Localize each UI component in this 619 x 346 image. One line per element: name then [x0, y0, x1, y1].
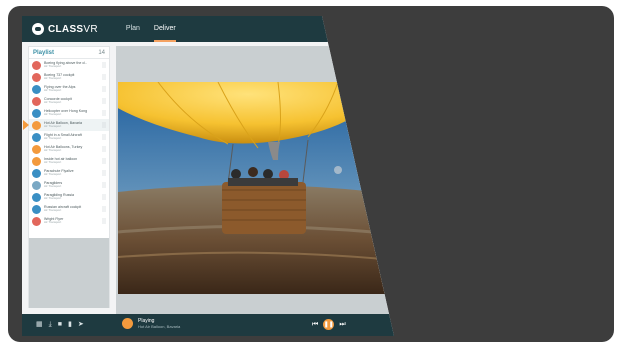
drag-handle-icon[interactable]	[102, 194, 106, 200]
thumbnail-icon	[32, 144, 41, 154]
brand-name: CLASS	[48, 23, 84, 35]
playlist-item[interactable]: Russian aircraft cockpit Air Transport	[29, 203, 109, 215]
panorama-viewer[interactable]	[118, 82, 394, 294]
drag-handle-icon[interactable]	[102, 182, 106, 188]
playlist-item[interactable]: Paragliders Air Transport	[29, 179, 109, 191]
playlist-item-category: Air Transport	[44, 112, 62, 117]
tab-plan[interactable]: Plan	[126, 16, 140, 42]
next-icon[interactable]: ⏭	[339, 321, 345, 329]
thumbnail-icon	[32, 72, 41, 82]
playlist-item-category: Air Transport	[44, 64, 62, 69]
playlist-item[interactable]: Hot Air Balloon, Bavaria Air Transport	[23, 119, 109, 131]
drag-handle-icon[interactable]	[102, 146, 106, 152]
playlist-item-category: Air Transport	[44, 160, 62, 165]
sidebar-controls: ▦ ⤓ ■ ▮ ➤	[36, 321, 84, 329]
thumbnail-icon	[32, 216, 41, 226]
classvr-app-window: CLASSVR Plan Deliver Playlist 14 Boeing …	[22, 16, 394, 336]
thumbnail-icon	[32, 156, 41, 166]
playlist-item-category: Air Transport	[44, 136, 62, 141]
playlist-empty-area	[29, 238, 109, 308]
playlist-item-category: Air Transport	[44, 196, 62, 201]
drag-handle-icon[interactable]	[102, 62, 106, 68]
tab-deliver[interactable]: Deliver	[153, 16, 176, 42]
playlist-item[interactable]: Helicopter over Hong Kong Air Transport	[29, 107, 109, 119]
playlist-item[interactable]: Parachute Flyalive Air Transport	[29, 167, 109, 179]
playlist-item[interactable]: Flying over the Alps Air Transport	[29, 83, 109, 95]
grid-icon[interactable]: ▦	[36, 321, 43, 329]
playlist-item[interactable]: Hot Air Balloons, Turkey Air Transport	[29, 143, 109, 155]
drag-handle-icon[interactable]	[102, 158, 106, 164]
drag-handle-icon[interactable]	[102, 86, 106, 92]
now-playing-title: Hot Air Balloon, Bavaria	[138, 324, 181, 329]
drag-handle-icon[interactable]	[102, 74, 106, 80]
thumbnail-icon	[32, 204, 41, 214]
playlist-item[interactable]: Boeing 737 cockpit Air Transport	[29, 71, 109, 83]
classvr-logo: CLASSVR	[32, 23, 98, 35]
playlist-list: Boeing flying above the cl.. Air Transpor…	[23, 59, 109, 227]
top-navigation-bar: CLASSVR Plan Deliver	[22, 16, 394, 42]
playlist-title: Playlist	[33, 49, 55, 56]
drag-handle-icon[interactable]	[102, 218, 106, 224]
playlist-item-category: Air Transport	[44, 124, 62, 129]
screenshot-card: CLASSVR Plan Deliver Playlist 14 Boeing …	[8, 6, 614, 342]
drag-handle-icon[interactable]	[102, 98, 106, 104]
hot-air-balloon-panorama	[118, 82, 394, 294]
previous-icon[interactable]: ⏮	[312, 321, 318, 329]
playlist-item-category: Air Transport	[44, 88, 62, 93]
trash-icon[interactable]: ▮	[68, 321, 72, 329]
playlist-header: Playlist 14	[29, 47, 109, 59]
main-tabs: Plan Deliver	[126, 16, 176, 42]
playlist-item[interactable]: Paragliding Russia Air Transport	[29, 191, 109, 203]
vr-headset-icon	[32, 23, 44, 35]
pause-icon[interactable]: ❚❚	[323, 319, 335, 330]
drag-handle-icon[interactable]	[102, 206, 106, 212]
playlist-item[interactable]: Concorde cockpit Air Transport	[29, 95, 109, 107]
thumbnail-icon	[32, 132, 41, 142]
playlist-item-category: Air Transport	[44, 184, 62, 189]
drag-handle-icon[interactable]	[102, 122, 106, 128]
download-icon[interactable]: ⤓	[49, 321, 52, 329]
drag-handle-icon[interactable]	[102, 110, 106, 116]
bottom-control-bar: ▦ ⤓ ■ ▮ ➤ Playing Hot Air Balloon, Bavar…	[22, 314, 394, 336]
thumbnail-icon	[32, 108, 41, 118]
playlist-item[interactable]: Boeing flying above the cl.. Air Transpor…	[29, 59, 109, 71]
transport-controls: ⏮ ❚❚ ⏭	[312, 319, 346, 330]
playlist-item-category: Air Transport	[44, 208, 62, 213]
playlist-item-category: Air Transport	[44, 220, 62, 225]
send-icon[interactable]: ➤	[78, 321, 84, 329]
brand-suffix: VR	[83, 23, 98, 35]
now-playing-thumbnail	[122, 318, 133, 329]
playlist-item-category: Air Transport	[44, 76, 62, 81]
drag-handle-icon[interactable]	[102, 134, 106, 140]
thumbnail-icon	[32, 192, 41, 202]
now-playing: Playing Hot Air Balloon, Bavaria	[122, 318, 180, 329]
thumbnail-icon	[32, 180, 41, 190]
lock-icon[interactable]: ■	[58, 321, 62, 329]
thumbnail-icon	[32, 60, 41, 70]
playlist-item-category: Air Transport	[44, 148, 62, 153]
playlist-item[interactable]: Flight in a Small Aircraft Air Transport	[29, 131, 109, 143]
thumbnail-icon	[32, 84, 41, 94]
playlist-item[interactable]: Inside hot air balloon Air Transport	[29, 155, 109, 167]
drag-handle-icon[interactable]	[102, 170, 106, 176]
playlist-item-category: Air Transport	[44, 172, 62, 177]
thumbnail-icon	[32, 168, 41, 178]
playlist-item-category: Air Transport	[44, 100, 62, 105]
playlist-item[interactable]: Wright Flyer Air Transport	[29, 215, 109, 227]
thumbnail-icon	[32, 96, 41, 106]
thumbnail-icon	[32, 120, 41, 130]
playlist-count: 14	[98, 49, 105, 56]
